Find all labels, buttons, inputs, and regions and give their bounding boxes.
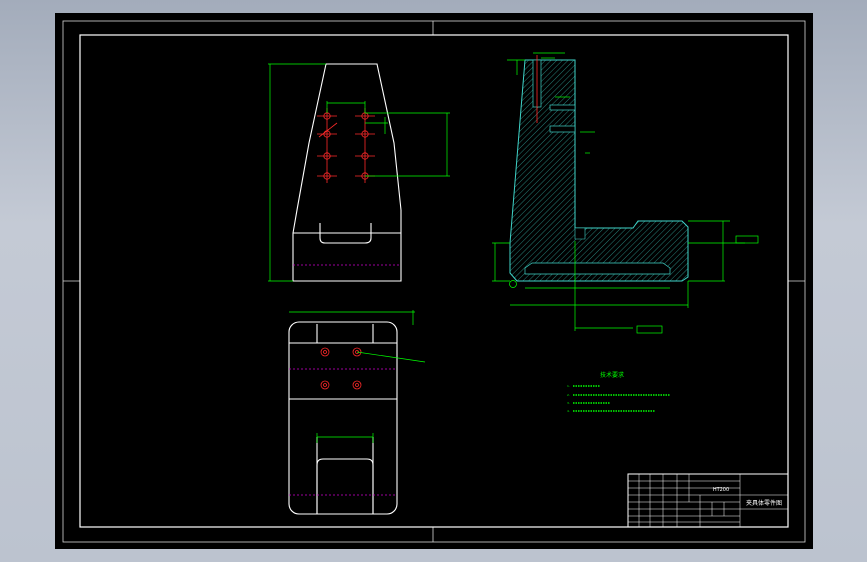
- tech-req-item-4: 4.: [567, 409, 570, 413]
- tech-req-item-2: 2.: [567, 393, 570, 397]
- centering-marks: [63, 21, 805, 542]
- tech-req-item-3: 3.: [567, 401, 570, 405]
- technical-requirements: 技术要求 1. 2. 3. 4.: [567, 371, 670, 413]
- front-view: [268, 63, 450, 282]
- section-view: [492, 52, 759, 334]
- material-code: HT200: [713, 487, 729, 493]
- drawing-sheet: 技术要求 1. 2. 3. 4. HT200 夹具体零件图: [55, 13, 813, 549]
- tech-req-item-1: 1.: [567, 384, 570, 388]
- title-block: HT200 夹具体零件图: [627, 473, 789, 528]
- drawing-name: 夹具体零件图: [746, 499, 782, 507]
- top-view: [288, 310, 426, 515]
- outer-border: [62, 20, 806, 543]
- tech-req-heading: 技术要求: [600, 371, 624, 379]
- cad-drawing-canvas: 技术要求 1. 2. 3. 4. HT200 夹具体零件图: [62, 20, 806, 543]
